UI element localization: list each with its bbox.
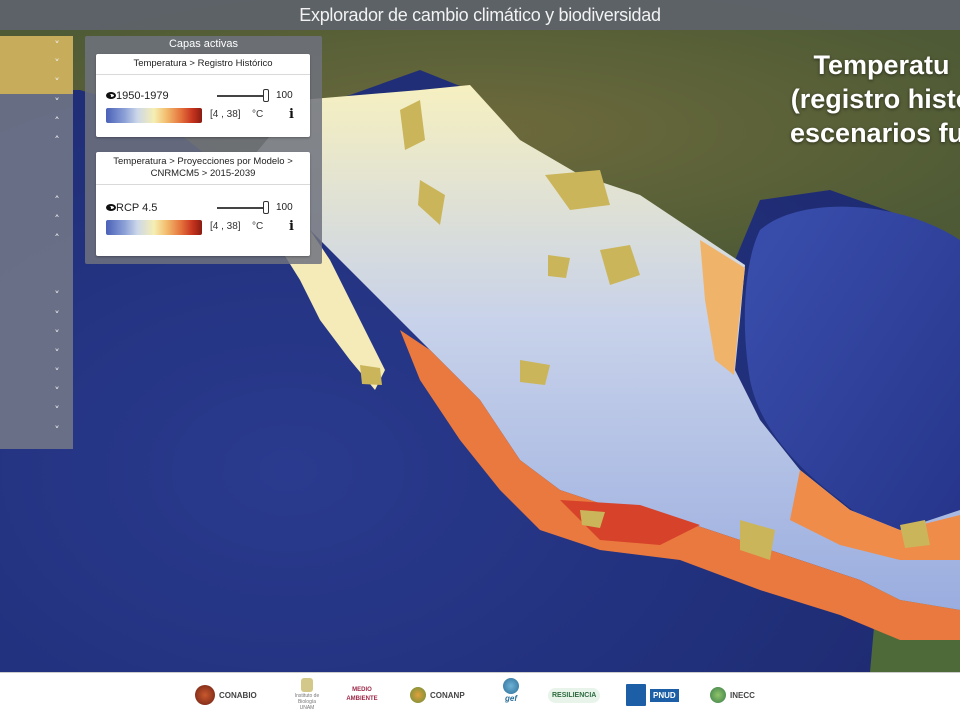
heading-line: (registro histó: [790, 84, 960, 114]
chevron-up-icon[interactable]: ˄: [50, 232, 64, 246]
chevron-down-icon[interactable]: ˅: [50, 424, 64, 438]
gef-logo[interactable]: gef: [503, 678, 519, 712]
opacity-slider-track[interactable]: [217, 95, 267, 97]
value-range: [4 , 38]: [210, 221, 241, 232]
conabio-name: CONABIO: [219, 690, 257, 700]
chevron-down-icon[interactable]: ˅: [50, 76, 64, 90]
opacity-slider-handle[interactable]: [263, 201, 269, 214]
conanp-logo[interactable]: CONANP: [410, 678, 465, 712]
chevron-up-icon[interactable]: ˄: [50, 134, 64, 148]
chevron-down-icon[interactable]: ˅: [50, 385, 64, 399]
inecc-logo[interactable]: INECC: [710, 678, 755, 712]
pnud-logo[interactable]: PNUD: [626, 678, 679, 712]
layer-controls-row: 1950-1979 100: [96, 85, 310, 107]
color-ramp-legend: [106, 108, 202, 123]
conabio-logo[interactable]: CONABIO: [195, 678, 257, 712]
legend-row: [4 , 38] °C i: [96, 107, 310, 129]
un-emblem-icon: [626, 684, 646, 706]
chevron-up-icon[interactable]: ˄: [50, 213, 64, 227]
chevron-down-icon[interactable]: ˅: [50, 289, 64, 303]
heading-line: escenarios fut: [790, 118, 960, 148]
layer-controls-row: RCP 4.5 100: [96, 197, 310, 219]
value-range: [4 , 38]: [210, 109, 241, 120]
partner-logos-footer: CONABIO Instituto de Biología UNAM MEDIO…: [0, 672, 960, 720]
opacity-value: 100: [276, 90, 293, 101]
layer-card: Temperatura > Registro Histórico 1950-19…: [96, 54, 310, 137]
unam-emblem-icon: [301, 678, 313, 692]
chevron-down-icon[interactable]: ˅: [50, 96, 64, 110]
chevron-up-icon[interactable]: ˄: [50, 115, 64, 129]
semarnat-name: MEDIO AMBIENTE: [346, 687, 378, 702]
chevron-down-icon[interactable]: ˅: [50, 39, 64, 53]
chevron-down-icon[interactable]: ˅: [50, 366, 64, 380]
map-heading: Temperatu (registro histó escenarios fut: [790, 48, 960, 150]
gef-globe-icon: [503, 678, 519, 694]
active-layers-title: Capas activas: [168, 38, 239, 50]
chevron-down-icon[interactable]: ˅: [50, 347, 64, 361]
active-layers-panel: Capas activas Temperatura > Registro His…: [85, 36, 322, 264]
app-root: Explorador de cambio climático y biodive…: [0, 0, 960, 720]
info-icon[interactable]: i: [289, 107, 294, 122]
app-title: Explorador de cambio climático y biodive…: [299, 5, 661, 25]
opacity-value: 100: [276, 202, 293, 213]
opacity-slider-track[interactable]: [217, 207, 267, 209]
layer-period: 1950-1979: [116, 90, 169, 102]
resiliencia-logo[interactable]: RESILIENCIA: [548, 678, 601, 712]
unam-name: Instituto de Biología UNAM: [294, 693, 320, 711]
layer-category-rail: ˅ ˅ ˅ ˅ ˄ ˄ ˄ ˄ ˄ ˅ ˅ ˅ ˅ ˅ ˅ ˅ ˅: [0, 36, 73, 449]
inecc-name: INECC: [730, 690, 755, 700]
visibility-toggle-icon[interactable]: [106, 92, 116, 99]
layer-scenario: RCP 4.5: [116, 202, 158, 214]
conabio-emblem-icon: [195, 685, 215, 705]
inecc-emblem-icon: [710, 687, 726, 703]
legend-row: [4 , 38] °C i: [96, 219, 310, 241]
chevron-up-icon[interactable]: ˄: [50, 194, 64, 208]
unit-label: °C: [252, 221, 264, 232]
conanp-emblem-icon: [410, 687, 426, 703]
color-ramp-legend: [106, 220, 202, 235]
layer-breadcrumb: Temperatura > Registro Histórico: [96, 54, 310, 75]
resiliencia-name: RESILIENCIA: [548, 687, 601, 703]
semarnat-logo[interactable]: MEDIO AMBIENTE: [345, 678, 379, 712]
conanp-name: CONANP: [430, 690, 465, 700]
chevron-down-icon[interactable]: ˅: [50, 404, 64, 418]
gef-name: gef: [505, 694, 517, 703]
chevron-down-icon[interactable]: ˅: [50, 309, 64, 323]
opacity-slider-handle[interactable]: [263, 89, 269, 102]
layer-card: Temperatura > Proyecciones por Modelo > …: [96, 152, 310, 256]
app-title-bar: Explorador de cambio climático y biodive…: [0, 0, 960, 30]
info-icon[interactable]: i: [289, 219, 294, 234]
unit-label: °C: [252, 109, 264, 120]
visibility-toggle-icon[interactable]: [106, 204, 116, 211]
pnud-name: PNUD: [650, 688, 679, 702]
unam-logo[interactable]: Instituto de Biología UNAM: [292, 678, 322, 712]
chevron-down-icon[interactable]: ˅: [50, 328, 64, 342]
heading-line: Temperatu: [813, 50, 950, 80]
layer-breadcrumb: Temperatura > Proyecciones por Modelo > …: [96, 152, 310, 185]
chevron-down-icon[interactable]: ˅: [50, 57, 64, 71]
